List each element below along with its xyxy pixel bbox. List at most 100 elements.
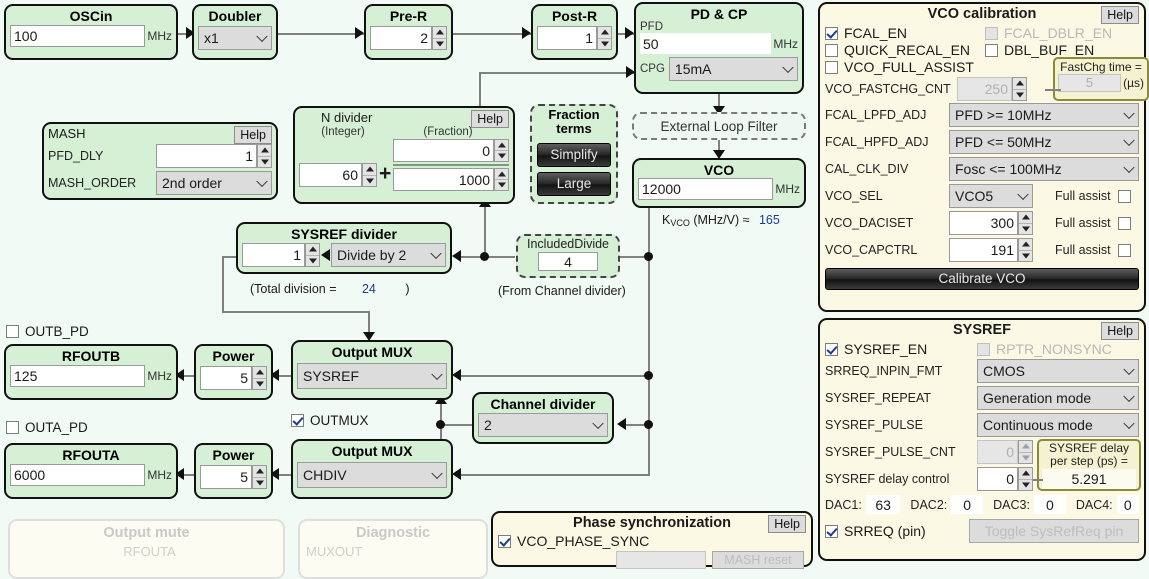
n-numerator-input[interactable]: 0	[393, 139, 494, 162]
sysref-divider-input[interactable]: 1	[242, 243, 305, 267]
vco-phase-sync-row[interactable]: VCO_PHASE_SYNC	[498, 533, 708, 549]
vco-calibration-help-button[interactable]: Help	[1101, 6, 1139, 24]
n-denominator-input[interactable]: 1000	[393, 168, 494, 191]
rfouta-input[interactable]: 6000	[10, 464, 146, 486]
quick-recal-en-checkbox[interactable]	[825, 43, 838, 57]
vco-capctrl-assist-checkbox[interactable]	[1117, 243, 1131, 257]
output-mux-a-select[interactable]: CHDIV	[297, 462, 447, 488]
sysref-repeat-label: SYSREF_REPEAT	[825, 391, 932, 405]
sysref-divider-mode-select[interactable]: Divide by 2	[331, 243, 446, 267]
sysref-pulse-select[interactable]: Continuous mode	[977, 413, 1139, 437]
srreq-pin-checkbox[interactable]	[825, 524, 838, 538]
dbl-buf-en-checkbox[interactable]	[985, 43, 998, 57]
vco-full-assist-checkbox[interactable]	[825, 60, 838, 74]
outmux-row[interactable]: OUTMUX	[291, 413, 369, 428]
power-a-input[interactable]: 5	[200, 465, 252, 489]
dbl-buf-en-row[interactable]: DBL_BUF_EN	[985, 42, 1094, 58]
pfd-dly-stepper[interactable]	[257, 144, 272, 168]
vco-capctrl-label: VCO_CAPCTRL	[825, 243, 918, 257]
fcal-en-checkbox[interactable]	[825, 26, 838, 40]
doubler-title: Doubler	[208, 8, 262, 24]
outb-pd-row[interactable]: OUTB_PD	[6, 324, 89, 339]
total-division-value: 24	[361, 282, 376, 296]
vco-unit: MHz	[775, 182, 800, 196]
postr-title: Post-R	[551, 8, 598, 24]
sysref-en-checkbox[interactable]	[825, 342, 838, 356]
sysref-en-row[interactable]: SYSREF_EN	[825, 341, 977, 357]
n-denominator-stepper[interactable]	[494, 168, 509, 191]
n-integer-input[interactable]: 60	[299, 163, 362, 187]
outa-pd-checkbox[interactable]	[6, 421, 19, 434]
postr-stepper[interactable]	[597, 26, 612, 50]
sysref-delay-control-input[interactable]: 0	[977, 467, 1018, 491]
plus-sign: +	[379, 162, 392, 185]
pfd-input[interactable]: 50	[640, 33, 772, 54]
oscin-unit: MHz	[147, 29, 172, 43]
postr-input[interactable]: 1	[537, 26, 597, 50]
vco-phase-sync-checkbox[interactable]	[498, 534, 511, 548]
srreq-inpin-fmt-select[interactable]: CMOS	[977, 359, 1139, 383]
rfoutb-input[interactable]: 125	[10, 365, 146, 387]
sysref-delay-control-stepper[interactable]	[1018, 467, 1033, 491]
srreq-pin-row[interactable]: SRREQ (pin)	[825, 523, 969, 539]
pfd-dly-input[interactable]: 1	[156, 144, 257, 168]
block-output-mux-b: Output MUX SYSREF	[291, 340, 453, 400]
fcal-lpfd-adj-select[interactable]: PFD >= 10MHz	[949, 103, 1139, 127]
n-integer-stepper[interactable]	[362, 163, 377, 187]
output-mux-b-select[interactable]: SYSREF	[297, 363, 447, 389]
vco-input[interactable]: 12000	[638, 178, 774, 200]
vco-capctrl-input[interactable]: 191	[949, 238, 1018, 262]
cal-clk-div-select[interactable]: Fosc <= 100MHz	[949, 157, 1139, 181]
sysref-divider-stepper[interactable]	[305, 243, 320, 267]
fcal-hpfd-adj-select[interactable]: PFD <= 50MHz	[949, 130, 1139, 154]
block-fraction-terms: Fraction terms Simplify Large	[530, 104, 618, 204]
n-divider-help-button[interactable]: Help	[471, 110, 509, 128]
fcal-en-row[interactable]: FCAL_EN	[825, 25, 985, 41]
rfouta-unit: MHz	[147, 468, 172, 482]
vco-daciset-stepper[interactable]	[1018, 211, 1033, 235]
vco-daciset-assist-checkbox[interactable]	[1117, 216, 1131, 230]
sysref-pulse-cnt-input: 0	[977, 440, 1018, 464]
vco-capctrl-stepper[interactable]	[1018, 238, 1033, 262]
rfouta-title: RFOUTA	[62, 447, 120, 463]
large-button[interactable]: Large	[537, 172, 611, 196]
calibrate-vco-button[interactable]: Calibrate VCO	[825, 268, 1139, 290]
oscin-input[interactable]: 100	[10, 25, 146, 47]
outmux-checkbox[interactable]	[291, 414, 304, 427]
power-b-stepper[interactable]	[252, 366, 267, 390]
vco-daciset-input[interactable]: 300	[949, 211, 1018, 235]
doubler-select[interactable]: x1	[198, 26, 272, 50]
cpg-select[interactable]: 15mA	[668, 57, 798, 81]
prer-stepper[interactable]	[432, 26, 447, 50]
block-power-a: Power 5	[194, 443, 273, 499]
block-rfoutb: RFOUTB 125 MHz	[4, 344, 178, 400]
power-b-input[interactable]: 5	[200, 366, 252, 390]
vco-fastchg-cnt-stepper[interactable]	[1012, 77, 1027, 101]
phase-sync-help-button[interactable]: Help	[768, 515, 806, 533]
kvco-value: 165	[758, 213, 780, 227]
sysref-help-button[interactable]: Help	[1101, 322, 1139, 340]
outa-pd-label: OUTA_PD	[25, 420, 88, 435]
dbl-buf-en-label: DBL_BUF_EN	[1004, 42, 1095, 58]
sysref-pulse-cnt-stepper[interactable]	[1018, 440, 1033, 464]
total-division-label: (Total division =	[250, 282, 337, 296]
vco-sel-select[interactable]: VCO5	[949, 184, 1033, 208]
channel-divider-select[interactable]: 2	[478, 413, 608, 437]
rptr-nonsync-label: RPTR_NONSYNC	[996, 341, 1112, 357]
outa-pd-row[interactable]: OUTA_PD	[6, 420, 88, 435]
fastchg-time-unit: (µs)	[1123, 76, 1144, 90]
vco-sel-assist-checkbox[interactable]	[1117, 189, 1131, 203]
mash-help-button[interactable]: Help	[234, 126, 272, 144]
n-numerator-stepper[interactable]	[494, 139, 509, 162]
outb-pd-checkbox[interactable]	[6, 325, 19, 338]
prer-input[interactable]: 2	[370, 26, 432, 50]
quick-recal-en-row[interactable]: QUICK_RECAL_EN	[825, 42, 985, 58]
mash-order-select[interactable]: 2nd order	[156, 171, 272, 195]
fcal-dblr-en-row: FCAL_DBLR_EN	[985, 25, 1112, 41]
fcal-en-label: FCAL_EN	[844, 25, 908, 41]
block-pd-cp: PD & CP PFD 50 MHz CPG 15mA	[634, 2, 804, 94]
block-postr: Post-R 1	[531, 4, 618, 60]
simplify-button[interactable]: Simplify	[537, 143, 611, 167]
power-a-stepper[interactable]	[252, 465, 267, 489]
sysref-repeat-select[interactable]: Generation mode	[977, 386, 1139, 410]
